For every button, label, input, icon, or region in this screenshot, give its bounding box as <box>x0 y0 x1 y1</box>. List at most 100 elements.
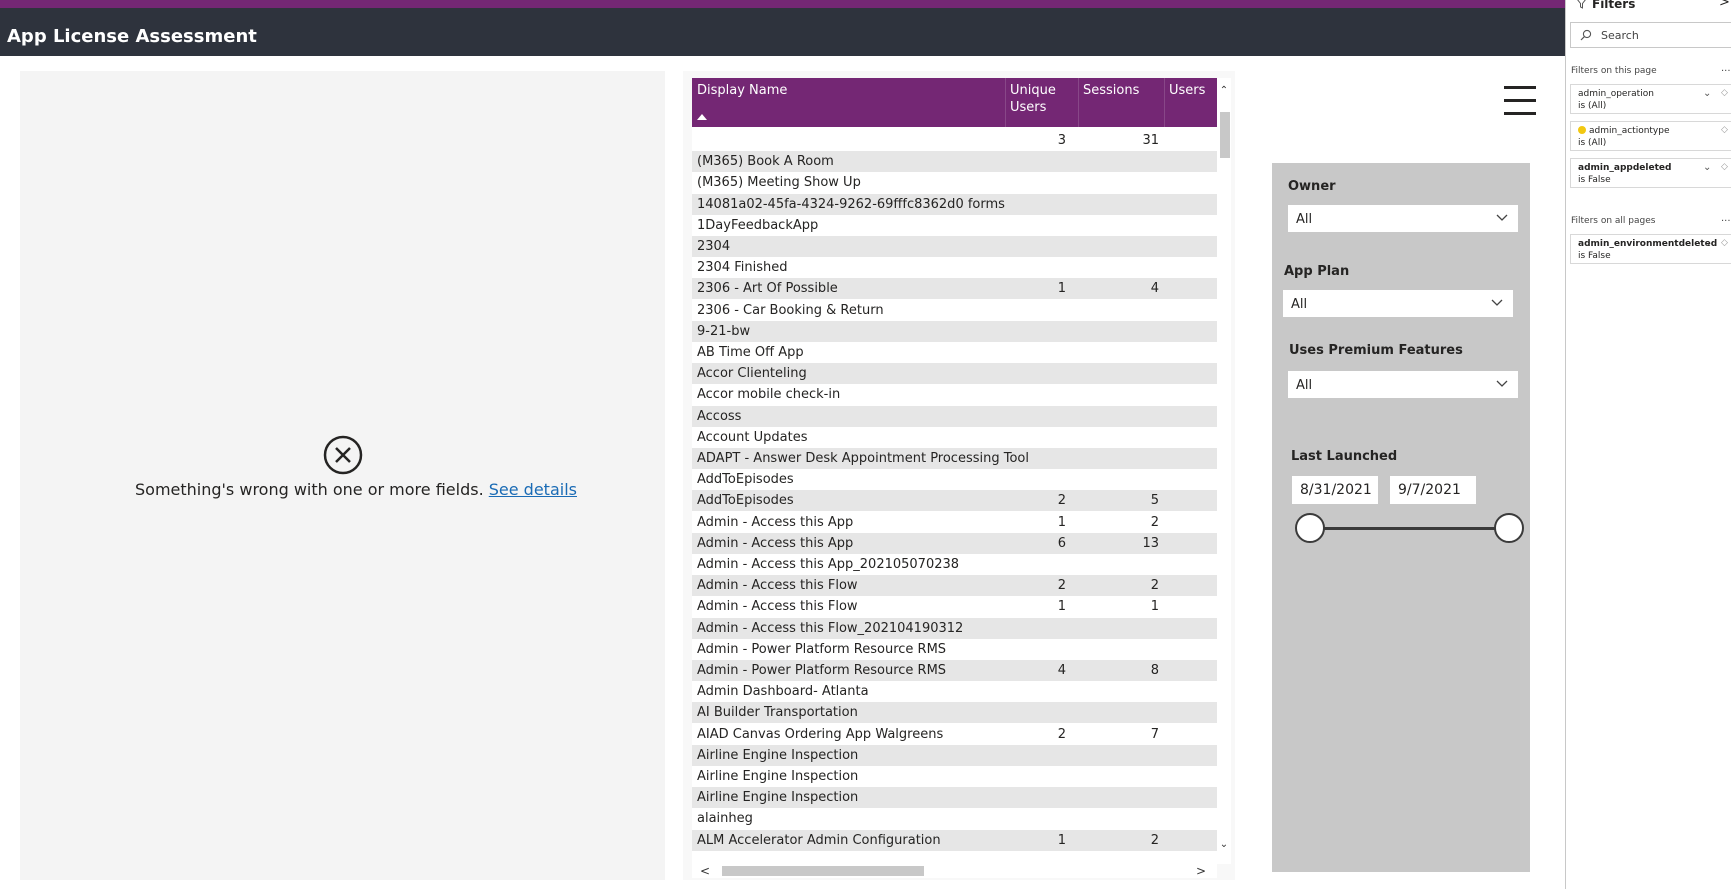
table-row[interactable]: 9-21-bw <box>692 320 1217 342</box>
chevron-down-icon <box>1496 380 1508 387</box>
table-row[interactable]: AI Builder Transportation <box>692 702 1217 724</box>
see-details-link[interactable]: See details <box>489 480 577 499</box>
column-header-display-name[interactable]: Display Name <box>697 82 787 99</box>
filter-search-input[interactable]: Search <box>1570 22 1731 48</box>
unique-users-cell: 2 <box>1057 493 1066 509</box>
vertical-scroll-thumb[interactable] <box>1220 112 1230 158</box>
scroll-down-icon[interactable]: ⌄ <box>1217 838 1231 852</box>
table-row[interactable]: Account Updates <box>692 427 1217 448</box>
filter-value: is False <box>1578 175 1611 185</box>
display-name-cell: AddToEpisodes <box>697 472 794 488</box>
app-table: Display Name Unique Users Sessions Users… <box>692 78 1217 864</box>
more-options-icon[interactable]: ... <box>1721 213 1731 224</box>
table-row[interactable]: Accoss <box>692 405 1217 427</box>
date-range-start-handle[interactable] <box>1295 513 1325 543</box>
unique-users-cell: 2 <box>1057 726 1066 742</box>
display-name-cell: ALM Accelerator Admin Configuration <box>697 832 941 848</box>
filter-card[interactable]: admin_operation is (All) ⌄ ◇ <box>1570 84 1731 114</box>
unique-users-cell: 3 <box>1057 133 1066 148</box>
menu-bar <box>1504 112 1536 115</box>
eraser-icon[interactable]: ◇ <box>1721 162 1728 172</box>
eraser-icon[interactable]: ◇ <box>1721 238 1728 248</box>
table-row[interactable]: Airline Engine Inspection <box>692 744 1217 766</box>
app-plan-dropdown[interactable]: All <box>1282 289 1514 318</box>
chevron-down-icon[interactable]: ⌄ <box>1703 88 1711 99</box>
table-row[interactable]: Admin - Access this Flow 1 1 <box>692 596 1217 617</box>
table-row[interactable]: 2304 <box>692 236 1217 257</box>
display-name-cell: AddToEpisodes <box>697 493 794 509</box>
table-row[interactable]: 1DayFeedbackApp <box>692 215 1217 236</box>
display-name-cell: Accoss <box>697 408 742 424</box>
filter-icon <box>1577 0 1586 9</box>
owner-dropdown[interactable]: All <box>1287 204 1519 233</box>
column-header-users[interactable]: Users <box>1169 82 1205 99</box>
filter-name: admin_operation <box>1578 89 1654 99</box>
table-row[interactable]: Admin Dashboard- Atlanta <box>692 681 1217 702</box>
table-row[interactable]: Admin - Access this App 6 13 <box>692 532 1217 554</box>
horizontal-scroll-thumb[interactable] <box>722 866 924 876</box>
table-row[interactable]: Airline Engine Inspection <box>692 787 1217 809</box>
table-row[interactable]: Admin - Access this App 1 2 <box>692 512 1217 533</box>
page-title: App License Assessment <box>7 26 257 47</box>
sort-ascending-icon <box>697 114 707 120</box>
more-options-icon[interactable]: ... <box>1721 63 1731 74</box>
scroll-left-icon[interactable]: < <box>700 864 710 878</box>
table-row[interactable]: ADAPT - Answer Desk Appointment Processi… <box>692 448 1217 469</box>
app-plan-value: All <box>1291 297 1308 312</box>
table-row[interactable]: 3 31 <box>692 130 1217 151</box>
filter-name: admin_environmentdeleted <box>1578 239 1718 249</box>
table-row[interactable]: Admin - Access this Flow_202104190312 <box>692 617 1217 639</box>
filter-search-placeholder: Search <box>1601 29 1639 42</box>
table-row[interactable]: ALM Accelerator Admin Configuration 1 2 <box>692 829 1217 851</box>
column-header-unique-users[interactable]: Unique Users <box>1010 82 1070 116</box>
table-row[interactable]: 2306 - Art Of Possible 1 4 <box>692 278 1217 300</box>
date-range-end-handle[interactable] <box>1494 513 1524 543</box>
error-text: Something's wrong with one or more field… <box>135 480 484 499</box>
column-header-sessions[interactable]: Sessions <box>1083 82 1139 99</box>
eraser-icon[interactable]: ◇ <box>1721 125 1728 135</box>
table-row[interactable]: AddToEpisodes <box>692 469 1217 490</box>
vertical-scrollbar[interactable] <box>1217 78 1231 864</box>
start-date-input[interactable]: 8/31/2021 <box>1291 475 1379 505</box>
last-launched-label: Last Launched <box>1291 449 1398 464</box>
table-row[interactable]: AIAD Canvas Ordering App Walgreens 2 7 <box>692 724 1217 745</box>
table-row[interactable]: Admin - Access this Flow 2 2 <box>692 575 1217 597</box>
filter-name: admin_appdeleted <box>1578 163 1672 173</box>
eraser-icon[interactable]: ◇ <box>1721 88 1728 98</box>
table-row[interactable]: Accor mobile check-in <box>692 384 1217 405</box>
error-message: Something's wrong with one or more field… <box>135 480 577 499</box>
table-row[interactable]: AB Time Off App <box>692 342 1217 363</box>
filter-card[interactable]: admin_environmentdeleted is False ⌄ ◇ <box>1570 234 1731 264</box>
display-name-cell: 2304 Finished <box>697 260 788 276</box>
table-row[interactable]: Admin - Access this App_202105070238 <box>692 554 1217 575</box>
scroll-right-icon[interactable]: > <box>1196 864 1206 878</box>
date-range-track[interactable] <box>1309 527 1509 530</box>
table-row[interactable]: (M365) Meeting Show Up <box>692 172 1217 193</box>
table-row[interactable]: 14081a02-45fa-4324-9262-69fffc8362d0 for… <box>692 193 1217 215</box>
scroll-up-icon[interactable]: ⌃ <box>1217 84 1231 98</box>
table-row[interactable]: Admin - Power Platform Resource RMS <box>692 639 1217 660</box>
table-row[interactable]: (M365) Book A Room <box>692 151 1217 173</box>
table-row[interactable]: Airline Engine Inspection <box>692 766 1217 787</box>
filter-card[interactable]: admin_appdeleted is False ⌄ ◇ <box>1570 158 1731 188</box>
table-row[interactable]: Accor Clienteling <box>692 363 1217 385</box>
display-name-cell: 2306 - Car Booking & Return <box>697 302 884 318</box>
sessions-cell: 4 <box>1150 281 1159 297</box>
collapse-pane-icon[interactable]: > <box>1719 0 1730 10</box>
end-date-input[interactable]: 9/7/2021 <box>1389 475 1477 505</box>
top-accent-stripe <box>0 0 1731 8</box>
unique-users-cell: 1 <box>1057 281 1066 297</box>
sessions-cell: 2 <box>1150 514 1159 530</box>
sessions-cell: 2 <box>1150 578 1159 594</box>
table-row[interactable]: Admin - Power Platform Resource RMS 4 8 <box>692 660 1217 681</box>
table-row[interactable]: 2306 - Car Booking & Return <box>692 300 1217 321</box>
menu-icon[interactable] <box>1504 86 1536 116</box>
table-row[interactable]: 2304 Finished <box>692 257 1217 278</box>
premium-dropdown[interactable]: All <box>1287 370 1519 399</box>
filter-card[interactable]: admin_actiontype is (All) ◇ <box>1570 121 1731 151</box>
table-row[interactable]: alainheg <box>692 808 1217 829</box>
table-row[interactable]: AddToEpisodes 2 5 <box>692 490 1217 512</box>
filters-on-all-pages-label: Filters on all pages <box>1571 216 1656 226</box>
chevron-down-icon[interactable]: ⌄ <box>1703 162 1711 173</box>
chevron-down-icon[interactable]: ⌄ <box>1703 238 1711 249</box>
